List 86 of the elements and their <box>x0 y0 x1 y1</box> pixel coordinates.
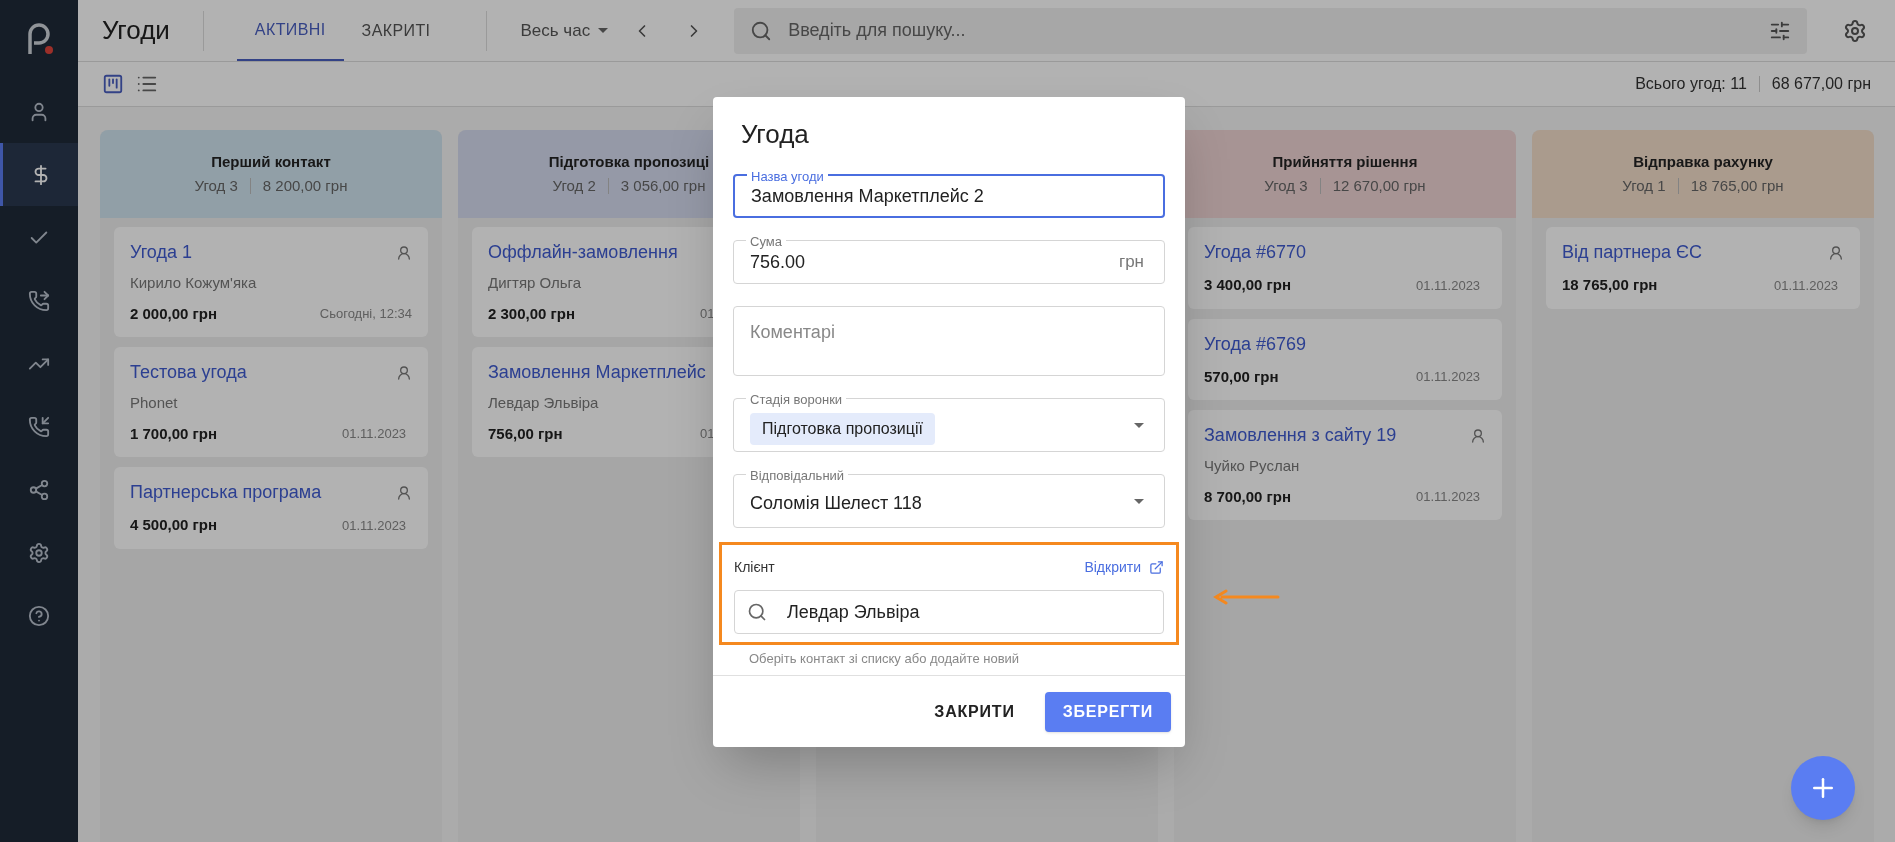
contact-name: Кирило Кожум'яка <box>130 273 257 293</box>
deal-date: 01.11.2023 <box>1416 368 1482 386</box>
column-sum: 8 200,00 грн <box>262 176 348 196</box>
settings-icon[interactable] <box>1843 18 1867 43</box>
caret-icon <box>1134 498 1144 504</box>
search-input[interactable]: Введіть для пошуку... <box>788 17 1753 44</box>
search-field[interactable]: Введіть для пошуку... <box>734 7 1807 54</box>
deal-date: 01.11.2023 <box>1416 488 1482 506</box>
deal-date: 01.11.2023 <box>342 425 408 443</box>
dialog-title: Угода <box>740 118 810 151</box>
column-title: Перший контакт <box>211 151 331 172</box>
deal-card[interactable]: Замовлення з сайту 19 Чуйко Руслан 8 700,00 грн 01.11.2023 <box>1188 410 1502 520</box>
deal-amount: 4 500,00 грн <box>130 515 218 535</box>
deal-date: 01.11.2023 <box>1416 276 1482 295</box>
caret-icon <box>598 28 609 33</box>
page-title: Угоди <box>102 10 204 51</box>
deal-amount: 570,00 грн <box>1204 366 1279 387</box>
deal-title[interactable]: Угода #6770 <box>1204 239 1306 266</box>
tab[interactable]: ЗАКРИТІ <box>343 0 449 61</box>
stage-chip: Підготовка пропозиції <box>750 413 935 445</box>
deal-title[interactable]: Тестова угода <box>130 359 247 386</box>
column-title: Відправка рахунку <box>1633 151 1773 172</box>
settings-icon <box>28 541 50 564</box>
save-button[interactable]: ЗБЕРЕГТИ <box>1044 691 1171 732</box>
deal-amount: 2 300,00 грн <box>488 303 576 324</box>
deal-title[interactable]: Партнерська програма <box>130 479 322 506</box>
column-sum: 18 765,00 грн <box>1690 176 1784 196</box>
search-icon <box>747 602 767 622</box>
deal-amount: 18 765,00 грн <box>1562 275 1658 295</box>
column-title: Прийняття рішення <box>1272 151 1418 172</box>
deal-card[interactable]: Угода 1 Кирило Кожум'яка 2 000,00 грн Сьогодні, 12:34 <box>114 227 428 337</box>
contact-name: Чуйко Руслан <box>1204 456 1300 476</box>
deal-title[interactable]: Від партнера ЄС <box>1562 239 1703 266</box>
deal-amount: 3 400,00 грн <box>1204 275 1292 295</box>
client-label: Клієнт <box>734 558 775 577</box>
deal-amount: 1 700,00 грн <box>130 423 218 444</box>
helper-text: Оберіть контакт зі списку або додайте новий <box>748 650 1021 668</box>
deal-amount: 2 000,00 грн <box>130 303 218 324</box>
deal-date: Сьогодні, 12:34 <box>319 305 412 323</box>
field-value: Соломія Шелест 118 <box>750 491 922 515</box>
open-link[interactable]: Відкрити <box>1084 557 1164 578</box>
filter-icon[interactable] <box>1769 19 1791 42</box>
phone-incoming-icon <box>28 415 50 438</box>
client-search-field[interactable]: Левдар Эльвіра <box>734 590 1164 634</box>
column-sum: 3 056,00 грн <box>620 176 706 196</box>
deal-card[interactable]: Від партнера ЄС 18 765,00 грн 01.11.2023 <box>1546 227 1860 309</box>
deal-count: Угод 3 <box>194 176 238 196</box>
board-view-icon[interactable] <box>102 73 124 95</box>
deal-card[interactable]: Угода #6769 570,00 грн 01.11.2023 <box>1188 318 1502 400</box>
pointer-arrow <box>1212 589 1280 605</box>
search-icon <box>750 19 773 42</box>
share-icon <box>28 478 50 501</box>
contact-name: Phonet <box>130 393 178 413</box>
client-value: Левдар Эльвіра <box>787 600 920 624</box>
period-dropdown[interactable]: Весь час <box>520 17 609 44</box>
deal-title[interactable]: Замовлення Маркетплейс <box>488 359 706 386</box>
deal-card[interactable]: Угода #6770 3 400,00 грн 01.11.2023 <box>1188 227 1502 309</box>
currency-suffix: грн <box>1118 251 1144 274</box>
contact-name: Дигтяр Ольга <box>488 273 582 293</box>
deal-title[interactable]: Угода #6769 <box>1204 330 1306 358</box>
phone-arrow-icon <box>28 289 50 312</box>
total-count: Всього угод: 11 <box>1635 74 1747 94</box>
deal-amount: 8 700,00 грн <box>1204 486 1292 507</box>
deal-count: Угод 2 <box>552 176 596 196</box>
deal-date: 01 <box>700 305 716 323</box>
deal-amount: 756,00 грн <box>488 423 563 444</box>
close-button[interactable]: ЗАКРИТИ <box>916 691 1033 732</box>
caret-icon <box>1134 422 1144 428</box>
deal-title[interactable]: Угода 1 <box>130 239 192 266</box>
column-sum: 12 670,00 грн <box>1332 176 1426 196</box>
field-value: Замовлення Маркетплейс 2 <box>751 184 984 208</box>
total-sum: 68 677,00 грн <box>1771 74 1871 94</box>
deal-date: 01.11.2023 <box>342 516 408 535</box>
help-icon <box>28 604 50 627</box>
column-title: Підготовка пропозиці <box>548 151 710 172</box>
deal-count: Угод 1 <box>1622 176 1666 196</box>
deal-title[interactable]: Замовлення з сайту 19 <box>1204 422 1397 449</box>
sidebar-item[interactable] <box>0 143 78 206</box>
external-link-icon <box>1149 560 1164 575</box>
deal-card[interactable]: Партнерська програма 4 500,00 грн 01.11.2023 <box>114 467 428 549</box>
deal-count: Угод 3 <box>1264 176 1308 196</box>
contact-name: Левдар Эльвіра <box>488 393 599 413</box>
comment-field[interactable]: Коментарі <box>733 306 1165 376</box>
deal-card[interactable]: Тестова угода Phonet 1 700,00 грн 01.11.2023 <box>114 347 428 457</box>
deal-date: 01.11.2023 <box>1774 276 1840 295</box>
deal-title[interactable]: Оффлайн-замовлення <box>488 239 678 266</box>
